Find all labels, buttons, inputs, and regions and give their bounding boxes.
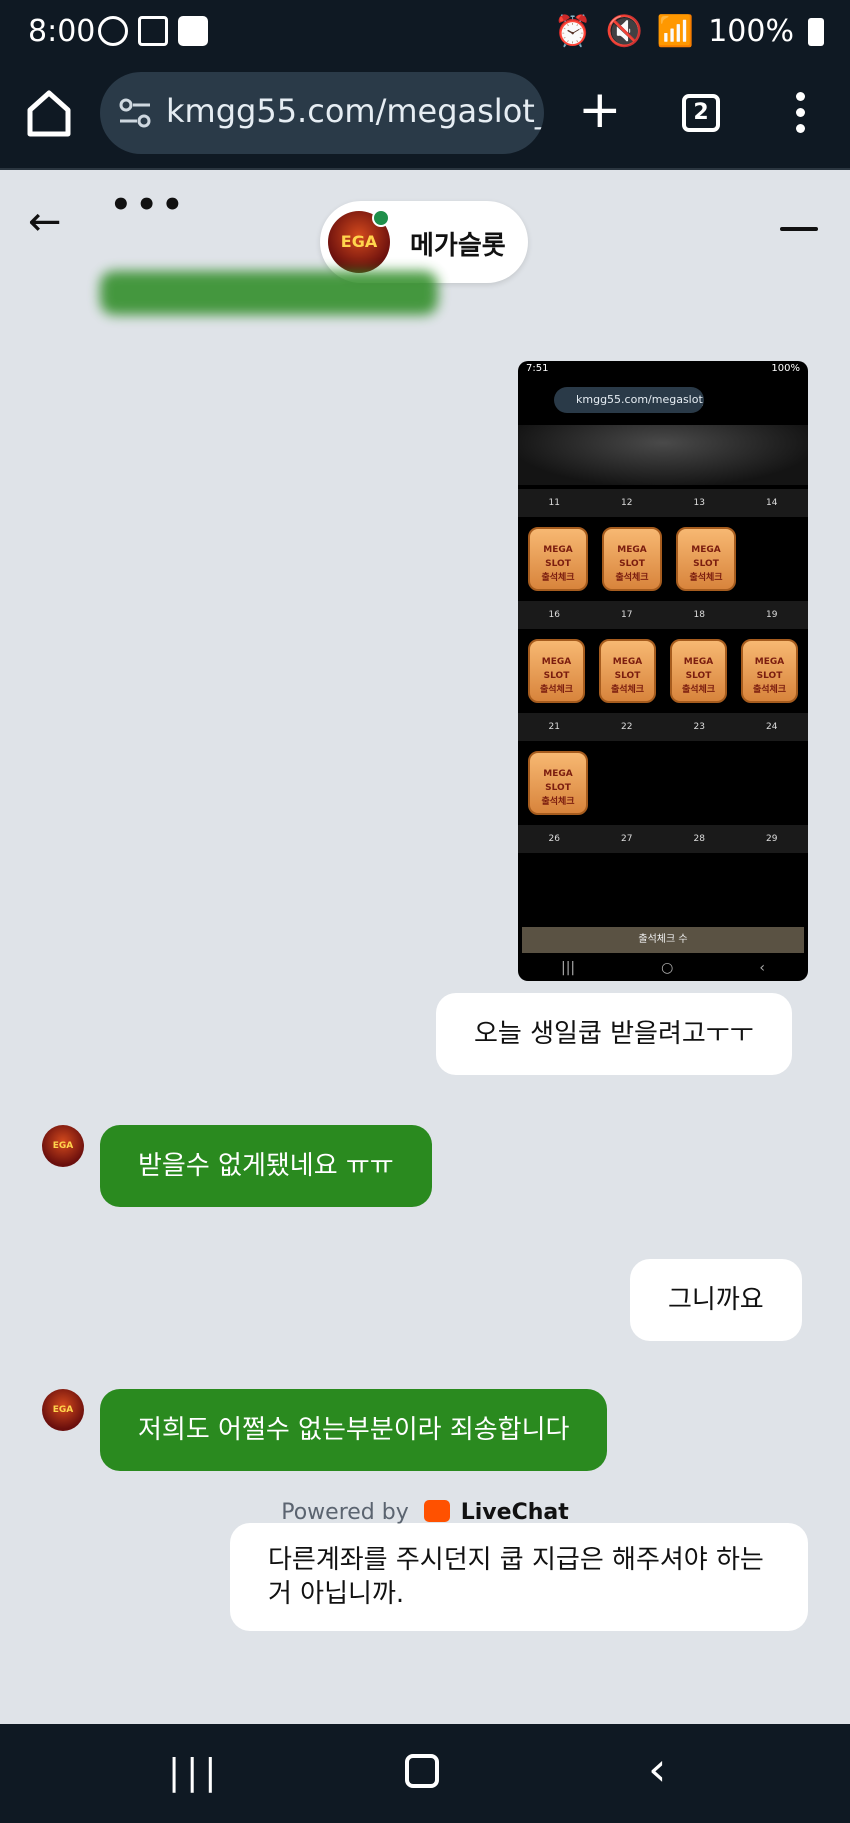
recents-button[interactable]: |||: [168, 1752, 222, 1793]
powered-by-text: Powered by: [281, 1500, 409, 1525]
agent-name: 메가슬롯: [410, 231, 506, 261]
chat-window: ← ••• EGA SLO 메가슬롯 7:51 100% kmgg55.com/…: [0, 171, 850, 1724]
stamp-label: 출석체크: [681, 685, 716, 695]
powered-by-footer[interactable]: Powered by LiveChat: [0, 1500, 850, 1525]
shot-day-number: 16: [548, 610, 560, 620]
stamp-label: 출석체크: [541, 797, 575, 807]
message-2: 받을수 없게됐네요 ㅠㅠ: [100, 1125, 432, 1207]
shot-day-number: 19: [766, 610, 778, 620]
shot-status-bar: 7:51 100%: [518, 361, 808, 381]
status-right: ⏰ 🔇 📶 100%: [554, 14, 824, 49]
more-options-icon[interactable]: •••: [110, 185, 187, 225]
shot-day-number: 27: [621, 834, 633, 844]
attendance-stamp-icon: MEGA SLOT 출석체크: [670, 639, 727, 703]
stamp-title: MEGA SLOT: [691, 545, 721, 569]
stamp-title: MEGA SLOT: [543, 769, 573, 793]
attendance-stamp-icon: MEGA SLOT 출석체크: [741, 639, 798, 703]
stamp-label: 출석체크: [539, 685, 574, 695]
battery-percent: 100%: [708, 14, 794, 49]
stamp-label: 출석체크: [541, 573, 575, 583]
stamp-title: MEGA SLOT: [543, 545, 573, 569]
shot-icon-row: MEGA SLOT 출석체크 MEGA SLOT 출석체크 MEGA SLOT 출석체크: [518, 517, 808, 597]
shot-url: kmgg55.com/megaslot_v: [554, 387, 704, 413]
shot-day-number: 21: [548, 722, 560, 732]
stamp-title: MEGA SLOT: [754, 657, 785, 681]
shot-day-number: 14: [766, 498, 778, 508]
shot-day-number: 12: [621, 498, 633, 508]
tab-switcher-button[interactable]: 2: [682, 94, 720, 132]
attendance-stamp-icon: MEGA SLOT 출석체크: [528, 751, 588, 815]
shot-day-row: 16 17 18 19: [518, 601, 808, 629]
stamp-label: 출석체크: [689, 573, 723, 583]
wifi-icon: 📶: [656, 14, 695, 49]
overflow-menu-icon[interactable]: [794, 92, 806, 136]
message-3: 그니까요: [630, 1259, 802, 1341]
status-bar: 8:00 ⏰ 🔇 📶 100%: [0, 0, 850, 64]
stamp-title: MEGA SLOT: [541, 657, 572, 681]
shot-calendar: 11 12 13 14 MEGA SLOT 출석체크 MEGA SLOT 출석체크 MEGA S…: [518, 489, 808, 853]
shot-nav: ||| ○ ‹: [561, 960, 765, 976]
home-icon[interactable]: [26, 88, 72, 138]
shot-day-row: 11 12 13 14: [518, 489, 808, 517]
battery-icon: [808, 17, 824, 46]
shot-day-number: 28: [693, 834, 705, 844]
stamp-title: MEGA SLOT: [617, 545, 647, 569]
shot-banner: [518, 425, 808, 485]
message-5: 다른계좌를 주시던지 쿱 지급은 해주셔야 하는거 아닙니까.: [230, 1523, 808, 1631]
new-tab-button[interactable]: +: [578, 84, 622, 136]
livechat-brand: LiveChat: [460, 1500, 569, 1525]
shot-url-bar: kmgg55.com/megaslot_v: [518, 381, 808, 425]
shot-icon-row: MEGA SLOT 출석체크: [518, 741, 808, 821]
site-settings-icon[interactable]: [118, 96, 152, 130]
back-arrow-icon[interactable]: ←: [28, 199, 62, 245]
attendance-stamp-icon: MEGA SLOT 출석체크: [528, 527, 588, 591]
shot-day-row: 21 22 23 24: [518, 713, 808, 741]
app-notification-icon: [178, 16, 208, 46]
attendance-stamp-icon: MEGA SLOT 출석체크: [528, 639, 585, 703]
shot-day-number: 11: [548, 498, 560, 508]
agent-avatar-small: EGA SLO: [42, 1125, 84, 1167]
minimize-button[interactable]: [780, 227, 818, 231]
stamp-title: MEGA SLOT: [683, 657, 714, 681]
shot-icon-row: MEGA SLOT 출석체크 MEGA SLOT 출석체크 MEGA SLOT 출석체크 M…: [518, 629, 808, 709]
shot-day-number: 13: [693, 498, 705, 508]
shot-day-number: 24: [766, 722, 778, 732]
attached-screenshot[interactable]: 7:51 100% kmgg55.com/megaslot_v 11 12 13 14…: [518, 361, 808, 981]
shot-day-number: 22: [621, 722, 633, 732]
status-time: 8:00: [28, 14, 96, 49]
shot-day-number: 26: [548, 834, 560, 844]
message-4: 저희도 어쩔수 없는부분이라 죄송합니다: [100, 1389, 608, 1471]
shot-day-number: 18: [693, 610, 705, 620]
stamp-label: 출석체크: [752, 685, 787, 695]
blurred-message: [100, 271, 438, 315]
agent-avatar-small: EGA SLO: [42, 1389, 84, 1431]
gallery-notification-icon: [138, 16, 168, 46]
stamp-label: 출석체크: [610, 685, 645, 695]
alarm-icon: ⏰: [554, 14, 592, 49]
mute-icon: 🔇: [605, 14, 643, 49]
url-text: kmgg55.com/megaslot_v: [166, 92, 544, 130]
url-field[interactable]: kmgg55.com/megaslot_v: [100, 72, 544, 154]
shot-time: 7:51: [526, 363, 549, 374]
message-1: 오늘 생일쿱 받을려고ㅜㅜ: [436, 993, 792, 1075]
attendance-stamp-icon: MEGA SLOT 출석체크: [599, 639, 656, 703]
shot-battery: 100%: [771, 363, 800, 374]
android-nav-bar: ||| ‹: [0, 1724, 850, 1823]
shot-day-number: 29: [766, 834, 778, 844]
browser-toolbar: kmgg55.com/megaslot_v + 2: [0, 64, 850, 170]
shot-day-row: 26 27 28 29: [518, 825, 808, 853]
notification-icons: [98, 16, 208, 46]
livechat-logo-icon: [423, 1500, 450, 1522]
shot-footer: 출석체크 수: [522, 927, 804, 953]
shot-day-number: 17: [621, 610, 633, 620]
online-status-dot: [372, 209, 390, 227]
attendance-stamp-icon: MEGA SLOT 출석체크: [676, 527, 736, 591]
shot-day-number: 23: [693, 722, 705, 732]
home-button[interactable]: [405, 1754, 439, 1788]
stamp-title: MEGA SLOT: [612, 657, 643, 681]
stamp-label: 출석체크: [615, 573, 649, 583]
back-button[interactable]: ‹: [648, 1742, 666, 1796]
chrome-notification-icon: [98, 16, 128, 46]
attendance-stamp-icon: MEGA SLOT 출석체크: [602, 527, 662, 591]
